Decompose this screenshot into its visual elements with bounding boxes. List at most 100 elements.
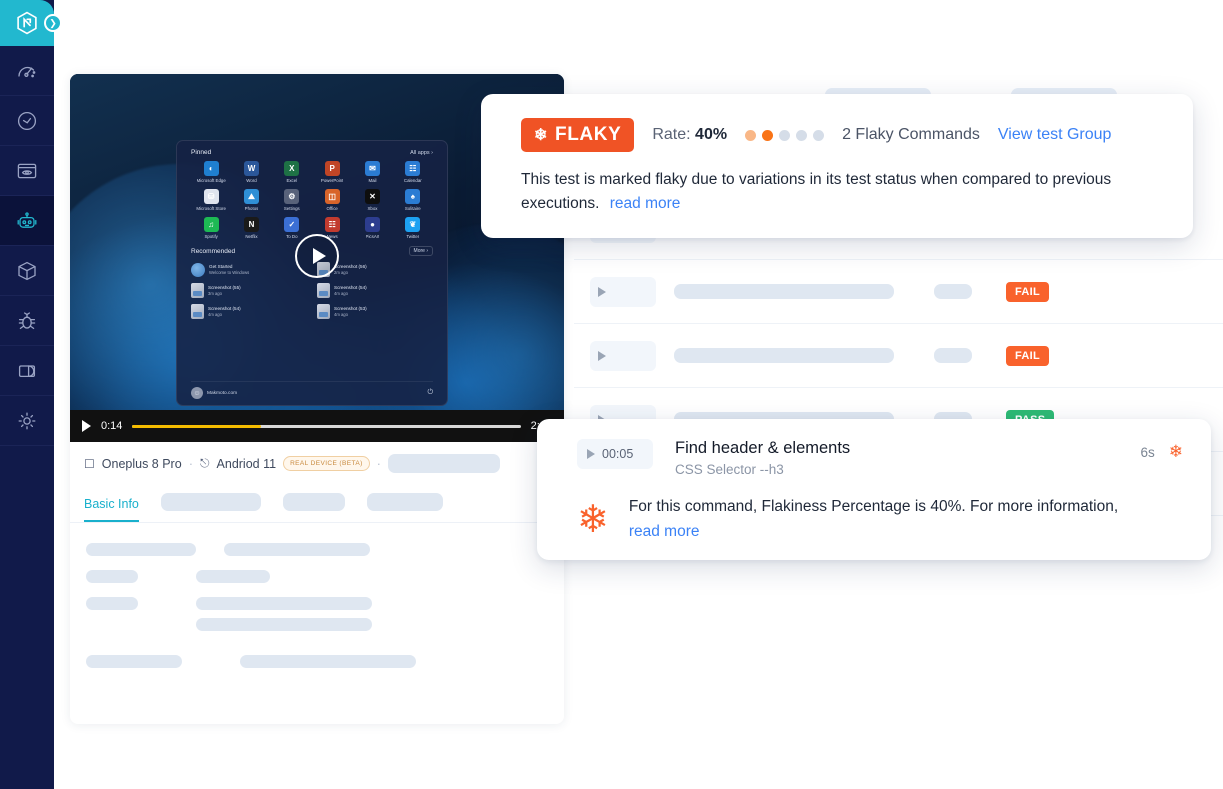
skeleton-tab[interactable] <box>366 493 443 511</box>
rate-value: 40% <box>695 126 728 143</box>
command-message: For this command, Flakiness Percentage i… <box>628 498 1119 515</box>
sidebar-item-app-testing[interactable] <box>0 246 54 296</box>
video-current-time: 0:14 <box>101 420 123 432</box>
command-row[interactable]: FAIL <box>574 260 1223 324</box>
read-more-link[interactable]: read more <box>629 523 700 540</box>
start-menu-app[interactable]: ♠ Solitaire <box>393 189 433 211</box>
app-tile-icon: ⛁ <box>203 189 219 204</box>
file-icon <box>191 304 204 319</box>
chevron-right-icon: ❯ <box>49 17 57 28</box>
flaky-command-count: 2 Flaky Commands <box>842 126 980 143</box>
tab-basic-info[interactable]: Basic Info <box>84 497 139 522</box>
robot-icon <box>17 211 37 228</box>
play-icon <box>312 248 326 264</box>
recommended-item-text: Get Started Welcome to Windows <box>209 264 249 275</box>
app-tile-label: Microsoft Edge <box>196 178 226 183</box>
start-menu-app[interactable]: P PowerPoint <box>312 161 352 183</box>
app-tile-icon: ✉ <box>364 161 380 176</box>
start-menu-app[interactable]: ✉ Mail <box>352 161 392 183</box>
start-menu-user[interactable]: ☺ Makmoto.com <box>191 387 237 399</box>
sidebar-item-live-testing[interactable] <box>0 146 54 196</box>
power-icon[interactable]: ⏻ <box>427 389 433 397</box>
skeleton-command-name <box>674 348 894 363</box>
start-menu-app[interactable]: ⛁ Microsoft Store <box>191 189 231 211</box>
read-more-link[interactable]: read more <box>610 195 681 212</box>
flaky-run-dot[interactable] <box>796 129 808 141</box>
start-menu-app[interactable]: W Word <box>231 161 271 183</box>
recommended-item-subtitle: 4m ago <box>334 311 348 317</box>
lambdatest-logo-icon <box>17 11 37 35</box>
start-menu-app[interactable]: ❦ Twitter <box>393 217 433 239</box>
flaky-run-dot[interactable] <box>762 129 774 141</box>
start-menu-app[interactable]: N Netflix <box>231 217 271 239</box>
video-progress-fill <box>132 424 261 428</box>
skeleton-chip <box>388 454 500 473</box>
divider-dot: · <box>376 456 381 471</box>
start-menu-app[interactable]: ♫ Spotify <box>191 217 231 239</box>
app-tile-label: To Do <box>286 234 298 239</box>
flaky-test-tooltip: ❄ FLAKY Rate: 40% 2 Flaky Commands View … <box>481 94 1193 238</box>
start-menu-app[interactable]: ✕ Xbox <box>352 189 392 211</box>
start-menu-app[interactable]: ☷ Calendar <box>393 161 433 183</box>
video-progress-scrubber[interactable] <box>132 424 521 428</box>
gear-icon <box>18 412 36 429</box>
more-button[interactable]: More › <box>408 246 433 256</box>
command-duration: 6s <box>1140 444 1155 460</box>
snowflake-icon[interactable]: ❄ <box>1169 442 1183 462</box>
command-play-button[interactable] <box>590 340 656 371</box>
skeleton-tab[interactable] <box>282 493 345 511</box>
app-tile-label: Excel <box>286 178 298 183</box>
app-tile-icon: ☷ <box>405 161 421 176</box>
recommended-item[interactable]: Screenshot (53) 4m ago <box>317 304 433 319</box>
sidebar-item-visual-testing[interactable] <box>0 346 54 396</box>
app-tile-icon: N <box>243 217 259 232</box>
recommended-item-text: Screenshot (56) 2m ago <box>334 264 367 275</box>
skeleton-value <box>224 543 370 556</box>
command-row[interactable]: FAIL <box>574 324 1223 388</box>
app-tile-icon: ♫ <box>203 217 219 232</box>
info-row <box>86 655 548 668</box>
recommended-item[interactable]: Screenshot (54) 4m ago <box>191 304 307 319</box>
app-tile-label: Settings <box>283 206 300 211</box>
status-badge: FAIL <box>1006 345 1050 366</box>
view-test-group-link[interactable]: View test Group <box>998 126 1112 144</box>
start-menu-app[interactable]: ◫ Office <box>312 189 352 211</box>
sidebar-item-settings[interactable] <box>0 396 54 446</box>
main-content: Pinned All apps › ◐ Microsoft Edge W Word X E… <box>54 0 1223 789</box>
flaky-run-dot[interactable] <box>745 129 757 141</box>
all-apps-button[interactable]: All apps › <box>410 150 433 156</box>
recommended-item[interactable]: Screenshot (54) 4m ago <box>317 283 433 298</box>
sidebar-item-automation[interactable] <box>0 196 54 246</box>
file-icon <box>317 283 330 298</box>
recommended-item[interactable]: Screenshot (55) 3m ago <box>191 283 307 298</box>
snowflake-icon: ❄ <box>534 127 549 144</box>
flaky-run-dot[interactable] <box>813 129 825 141</box>
skeleton-value-group <box>196 597 548 631</box>
play-icon[interactable] <box>82 420 91 432</box>
sidebar-item-issues[interactable] <box>0 296 54 346</box>
flaky-run-dot[interactable] <box>779 129 791 141</box>
android-icon: ⎋ <box>200 456 210 470</box>
info-row <box>86 570 548 583</box>
app-tile-icon: W <box>243 161 259 176</box>
start-menu-app[interactable]: ⚙ Settings <box>272 189 312 211</box>
skeleton-value <box>240 655 416 668</box>
file-icon <box>317 304 330 319</box>
start-menu-app[interactable]: ⛰ Photos <box>231 189 271 211</box>
start-menu-app[interactable]: X Excel <box>272 161 312 183</box>
start-menu-app[interactable]: ◐ Microsoft Edge <box>191 161 231 183</box>
sidebar-item-dashboard[interactable] <box>0 46 54 96</box>
device-name: Oneplus 8 Pro <box>101 456 182 471</box>
app-tile-label: Twitter <box>406 234 420 239</box>
start-menu-app[interactable]: ● PicsArt <box>352 217 392 239</box>
play-icon <box>587 449 595 459</box>
recommended-item[interactable]: Get Started Welcome to Windows <box>191 262 307 277</box>
sidebar-expand-button[interactable]: ❯ <box>44 14 62 32</box>
skeleton-tab[interactable] <box>160 493 261 511</box>
command-play-button[interactable] <box>590 276 656 307</box>
sidebar-item-timeline[interactable] <box>0 96 54 146</box>
video-play-overlay-button[interactable] <box>295 234 339 278</box>
recommended-item-subtitle: 4m ago <box>208 311 222 317</box>
command-play-button[interactable]: 00:05 <box>577 439 653 469</box>
mobile-icon: ☐ <box>84 456 95 471</box>
